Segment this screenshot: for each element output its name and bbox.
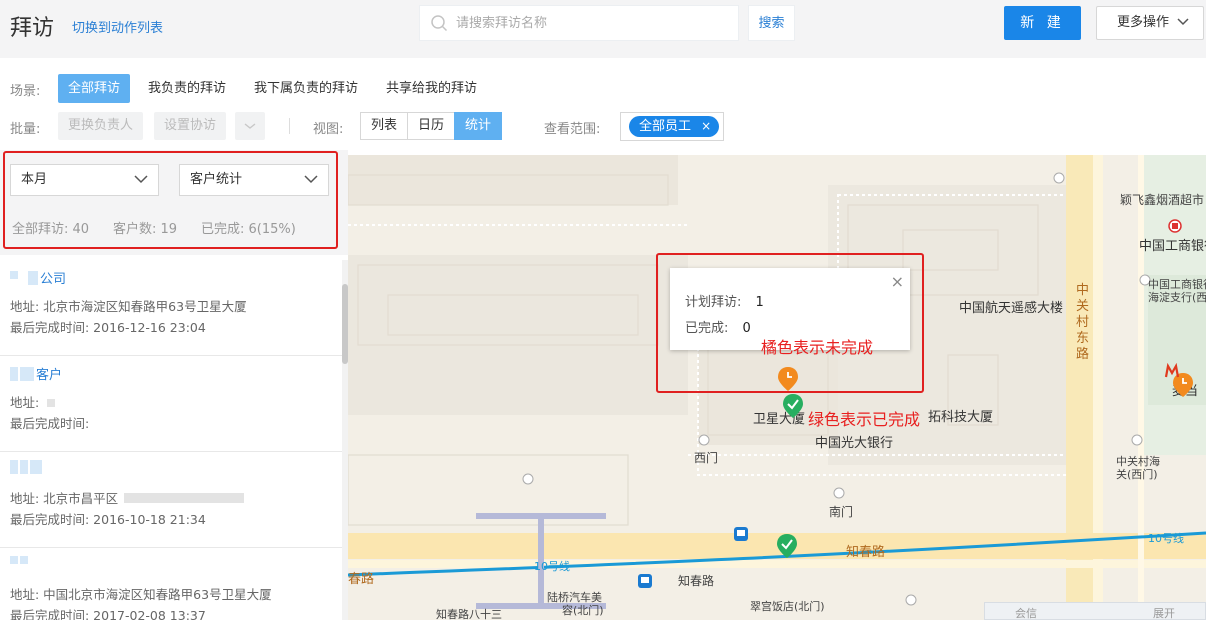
change-owner-button[interactable]: 更换负责人 (58, 112, 144, 140)
map-label-icbc-branch-2: 海淀支行(西 (1148, 291, 1206, 304)
list-item-last-time: 最后完成时间: (10, 416, 90, 431)
map-label-everbright-bank: 中国光大银行 (815, 436, 894, 451)
redacted-block (30, 460, 42, 474)
chat-label: 会信 (1015, 607, 1037, 620)
redacted-block (20, 460, 28, 474)
close-icon[interactable]: × (701, 119, 711, 133)
redacted-block (28, 270, 38, 285)
search-button[interactable]: 搜索 (748, 5, 795, 41)
list-item-address: 地址: (10, 392, 57, 411)
view-switcher: 列表 日历 统计 (360, 112, 503, 140)
map-label-zhichun-road: 知春路 (846, 545, 886, 560)
map-label-zgc-village-2: 关(西门) (1116, 468, 1158, 481)
bus-stop-icon (638, 574, 652, 588)
top-bar: 拜访 切换到动作列表 搜索 新 建 更多操作 (0, 0, 1206, 58)
search-input[interactable] (456, 12, 726, 34)
map-label-line10-b: 10号线 (1148, 532, 1184, 545)
view-tab-list[interactable]: 列表 (360, 112, 409, 140)
map-label-hotel: 颖飞鑫烟酒超市 (1120, 193, 1205, 207)
list-item-address: 地址: 中国北京市海淀区知春路甲63号卫星大厦 (10, 587, 272, 602)
scene-tab-mine[interactable]: 我负责的拜访 (138, 74, 236, 103)
list-item-last-time: 最后完成时间: 2017-02-08 13:37 (10, 608, 206, 620)
list-item[interactable]: 地址: 中国北京市海淀区知春路甲63号卫星大厦 最后完成时间: 2017-02-… (0, 548, 342, 620)
list-item-name[interactable] (10, 556, 30, 564)
batch-label: 批量: (10, 122, 41, 137)
metro-station-icon (1168, 219, 1182, 233)
map-label-cuigong: 翠宫饭店(北门) (750, 600, 825, 613)
map-label-zhichun-road-left: 春路 (348, 572, 375, 587)
visit-list: 公司 地址: 北京市海淀区知春路甲63号卫星大厦 最后完成时间: 2016-12… (0, 260, 342, 620)
page-title: 拜访 (10, 16, 55, 41)
list-item-name[interactable] (10, 460, 44, 474)
view-label: 视图: (313, 122, 344, 137)
highlight-box (3, 151, 338, 249)
map-label-west-gate: 西门 (694, 451, 719, 465)
list-item-name-text: 公司 (40, 272, 67, 287)
chat-bar[interactable]: 会信 展开 (984, 602, 1206, 620)
new-button[interactable]: 新 建 (1004, 6, 1081, 40)
scope-selector[interactable]: 全部员工 × (620, 112, 724, 141)
scope-label: 查看范围: (544, 122, 601, 137)
list-item[interactable]: 地址: 北京市昌平区 最后完成时间: 2016-10-18 21:34 (0, 452, 342, 548)
highlight-box (656, 253, 924, 393)
map-label-south-gate: 南门 (829, 505, 854, 519)
map-label-zcl-83: 知春路八十三 (436, 608, 502, 620)
map-label-lutong-2: 容(北门) (562, 604, 604, 617)
switch-to-action-list-link[interactable]: 切换到动作列表 (72, 17, 163, 36)
list-item-address-text: 地址: (10, 395, 40, 410)
list-item-last-time: 最后完成时间: 2016-10-18 21:34 (10, 512, 206, 527)
search-box (419, 5, 739, 41)
map-label-line10-a: 10号线 (534, 560, 570, 573)
view-tab-statistics[interactable]: 统计 (454, 112, 503, 140)
scene-tab-subordinates[interactable]: 我下属负责的拜访 (244, 74, 368, 103)
search-icon (431, 15, 448, 32)
bus-stop-icon (734, 527, 748, 541)
list-item[interactable]: 客户 地址: 最后完成时间: (0, 356, 342, 452)
list-item-address: 地址: 北京市海淀区知春路甲63号卫星大厦 (10, 299, 247, 314)
list-item[interactable]: 公司 地址: 北京市海淀区知春路甲63号卫星大厦 最后完成时间: 2016-12… (0, 260, 342, 356)
redacted-block (10, 556, 18, 564)
expand-label[interactable]: 展开 (1153, 605, 1175, 620)
redacted-block (20, 556, 28, 564)
scene-tab-shared[interactable]: 共享给我的拜访 (376, 74, 487, 103)
map-label-zgc-east-road: 中关村东路 (1076, 283, 1090, 362)
list-item-name[interactable]: 客户 (10, 364, 62, 383)
redacted-block (124, 493, 245, 503)
redacted-block (10, 366, 18, 381)
green-pin-icon[interactable] (776, 533, 798, 559)
chevron-down-icon (1177, 18, 1189, 26)
batch-more-button[interactable] (235, 112, 265, 140)
map-label-tech-building: 拓科技大厦 (928, 410, 994, 425)
chevron-down-icon (244, 123, 256, 129)
mcdonalds-icon (1164, 363, 1180, 378)
list-item-last-time: 最后完成时间: 2016-12-16 23:04 (10, 320, 206, 335)
list-item-name-text: 客户 (36, 368, 63, 383)
scene-label: 场景: (10, 84, 41, 99)
more-actions-button[interactable]: 更多操作 (1096, 6, 1204, 40)
scope-tag: 全部员工 × (629, 116, 720, 137)
view-tab-calendar[interactable]: 日历 (407, 112, 456, 140)
redacted-block (47, 399, 56, 407)
scope-tag-label: 全部员工 (639, 119, 692, 134)
redacted-block (10, 460, 18, 474)
list-item-address-text: 地址: 北京市昌平区 (10, 491, 119, 506)
more-actions-label: 更多操作 (1117, 15, 1170, 30)
map-label-remote-sensing: 中国航天遥感大楼 (959, 301, 1064, 316)
redacted-block (20, 366, 34, 381)
green-pin-icon[interactable] (782, 393, 804, 419)
list-item-name[interactable]: 公司 (10, 268, 66, 287)
annotation-green: 绿色表示已完成 (808, 410, 921, 429)
map-label-zhichun-road-2: 知春路 (678, 574, 715, 588)
divider (289, 118, 290, 134)
map-label-icbc: 中国工商银行 (1139, 239, 1206, 254)
redacted-block (10, 270, 18, 279)
set-assist-button[interactable]: 设置协访 (154, 112, 227, 140)
list-item-address: 地址: 北京市昌平区 (10, 488, 246, 507)
scene-tab-all[interactable]: 全部拜访 (58, 74, 131, 103)
